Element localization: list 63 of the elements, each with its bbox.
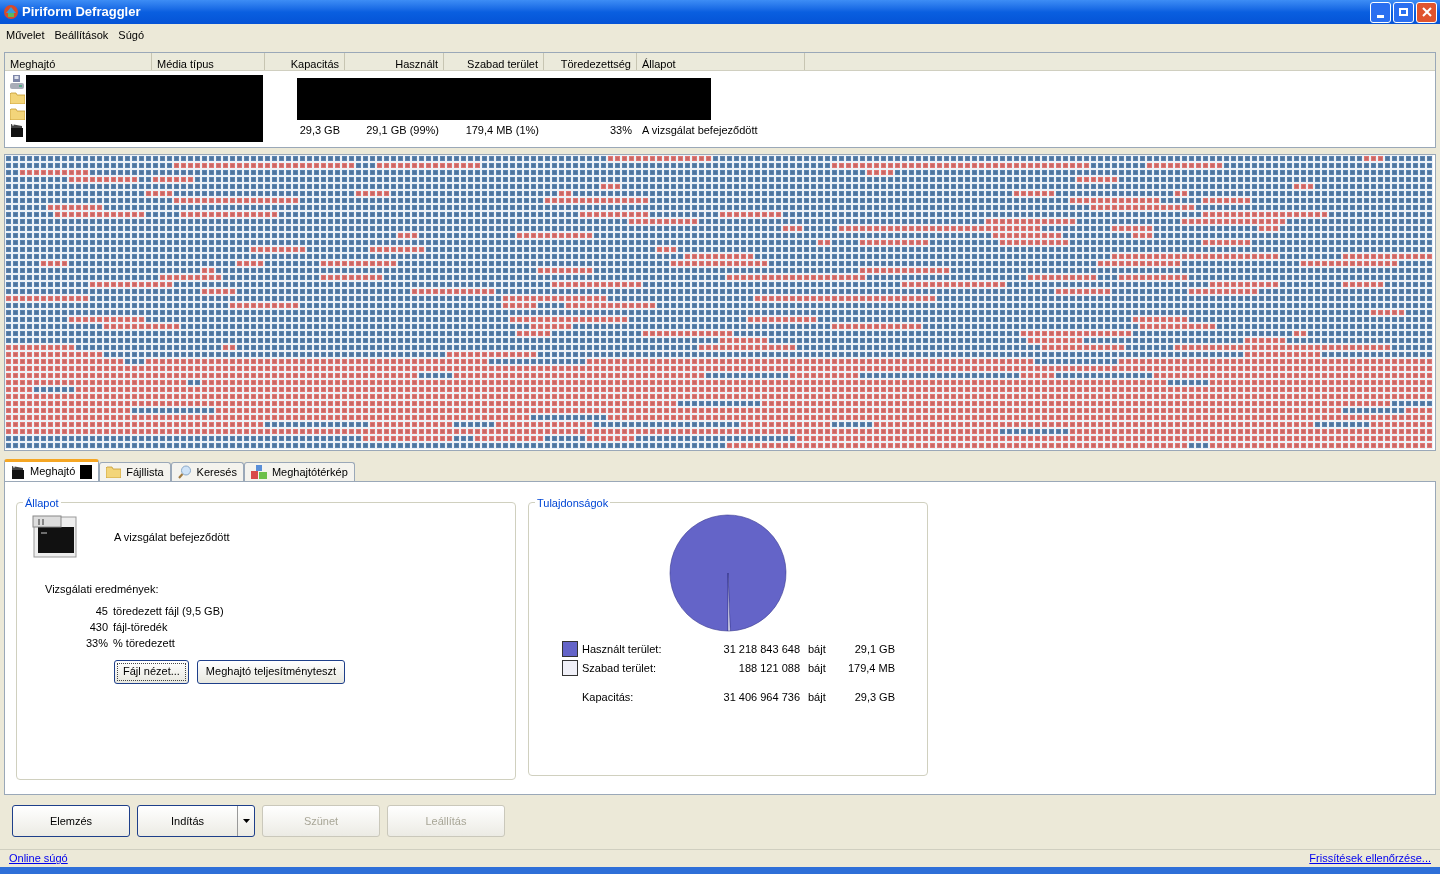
table-cell-text: A vizsgálat befejeződött	[641, 122, 759, 138]
unit-label: bájt	[808, 689, 827, 705]
byte-count: 31 406 964 736	[722, 689, 800, 705]
table-cell-text: 29,1 GB (99%)	[365, 122, 440, 138]
byte-count: 31 218 843 648	[722, 641, 800, 657]
byte-count: 188 121 088	[737, 660, 800, 676]
column-header[interactable]: Töredezettség	[544, 53, 637, 70]
help-link[interactable]: Online súgó	[9, 850, 68, 867]
app-logo-icon	[3, 4, 19, 20]
result-description: fájl-töredék	[113, 619, 169, 634]
table-cell-text: 33%	[608, 122, 633, 138]
column-header[interactable]: Állapot	[637, 53, 805, 70]
colored-blocks-icon	[250, 465, 267, 479]
folder-icon	[106, 466, 122, 478]
tab[interactable]: Meghajtótérkép	[243, 462, 355, 481]
result-count: 430	[89, 619, 108, 634]
tab[interactable]: Fájllista	[99, 462, 171, 481]
legend-label: Szabad terület:	[582, 660, 657, 676]
results-title: Vizsgálati eredmények:	[45, 582, 160, 597]
redaction-block	[80, 464, 93, 479]
action-button[interactable]: Fájl nézet...	[114, 659, 189, 684]
legend-label: Használt terület:	[582, 641, 663, 657]
result-description: töredezett fájl (9,5 GB)	[113, 603, 224, 618]
table-cell-text: 29,3 GB	[298, 122, 341, 138]
magnifier-icon	[177, 465, 192, 479]
folder-icon	[10, 108, 25, 120]
window-title: Piriform Defraggler	[22, 3, 141, 22]
column-header[interactable]: Meghajtó	[5, 53, 152, 70]
column-header[interactable]: Szabad terület	[444, 53, 544, 70]
column-header[interactable]: Média típus	[152, 53, 265, 70]
menu-item[interactable]: Súgó	[113, 26, 150, 44]
result-count: 33%	[85, 635, 108, 650]
close-icon	[1421, 7, 1432, 17]
column-header[interactable]: Használt	[345, 53, 444, 70]
caret-icon	[242, 819, 250, 823]
size-value: 29,3 GB	[853, 689, 895, 705]
legend-label: Kapacitás:	[582, 689, 635, 705]
restore-button[interactable]	[1393, 1, 1414, 23]
result-description: % töredezett	[113, 635, 176, 650]
group-title: Állapot	[23, 495, 61, 512]
status-message: A vizsgálat befejeződött	[114, 529, 230, 545]
result-count: 45	[95, 603, 108, 618]
unit-label: bájt	[808, 660, 827, 676]
updates-link[interactable]: Frissítések ellenőrzése...	[1309, 850, 1431, 867]
tab[interactable]: Meghajtó	[4, 459, 100, 481]
unit-label: bájt	[808, 641, 827, 657]
folder-icon	[10, 92, 25, 104]
menu-item[interactable]: Művelet	[1, 26, 50, 44]
clapperboard-icon	[11, 464, 25, 479]
command-prompt-icon	[31, 515, 78, 559]
size-value: 29,1 GB	[853, 641, 895, 657]
clapperboard-icon	[10, 123, 24, 137]
size-value: 179,4 MB	[846, 660, 895, 676]
action-button[interactable]: Indítás	[137, 805, 255, 837]
minimize-button[interactable]	[1370, 1, 1391, 23]
table-cell-text: 179,4 MB (1%)	[464, 122, 540, 138]
action-button[interactable]: Meghajtó teljesítményteszt	[196, 659, 346, 684]
close-button[interactable]	[1416, 1, 1437, 23]
disk-drive-icon	[10, 75, 24, 89]
column-header[interactable]: Kapacitás	[265, 53, 345, 70]
action-button[interactable]: Elemzés	[12, 805, 130, 837]
tab[interactable]: Keresés	[170, 462, 244, 481]
menu-item[interactable]: Beállítások	[49, 26, 114, 44]
